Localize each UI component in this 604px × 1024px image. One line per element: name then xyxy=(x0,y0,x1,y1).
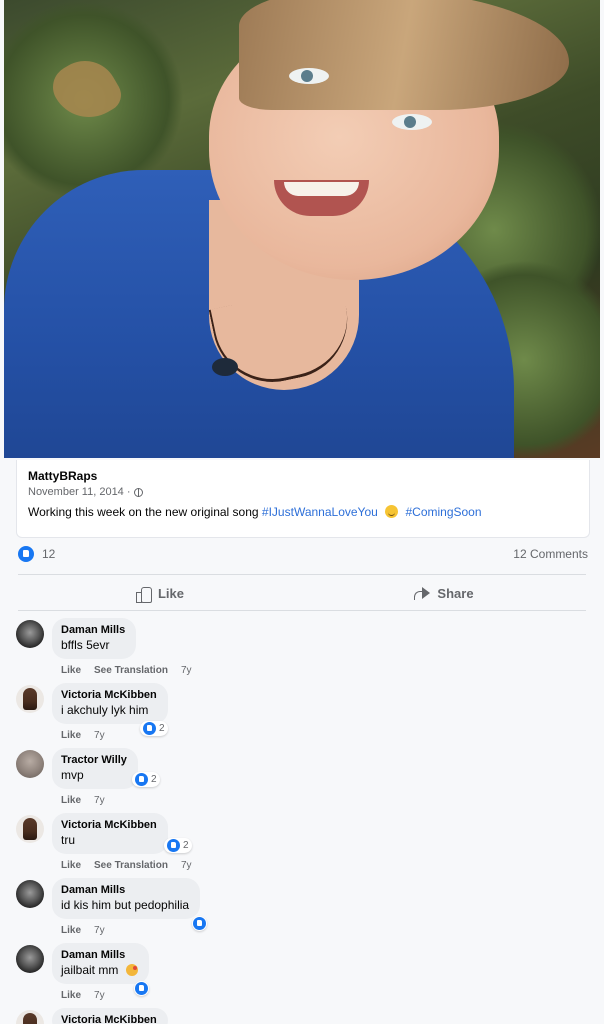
comment-reactions[interactable]: 2 xyxy=(140,721,168,736)
comment-bubble: Victoria McKibben xyxy=(52,1008,168,1024)
kiss-emoji-icon xyxy=(125,964,138,976)
share-button[interactable]: Share xyxy=(302,578,586,608)
comment-like-button[interactable]: Like xyxy=(61,990,81,1001)
comment-bubble: Victoria McKibben tru xyxy=(52,813,168,854)
smiley-emoji-icon xyxy=(385,505,399,518)
comment-actions: Like 7y xyxy=(61,795,105,806)
comment: Victoria McKibben xyxy=(16,1008,416,1024)
see-translation-link[interactable]: See Translation xyxy=(94,665,168,676)
avatar[interactable] xyxy=(16,815,44,843)
comment-time[interactable]: 7y xyxy=(94,990,105,1001)
post-actions: Like Share xyxy=(18,578,586,608)
comment-actions: Like See Translation 7y xyxy=(61,665,192,676)
post-text: Working this week on the new original so… xyxy=(28,505,578,519)
comment: Daman Mills id kis him but pedophilia Li… xyxy=(16,878,416,940)
comment-reactions[interactable] xyxy=(134,981,149,996)
like-reaction-icon xyxy=(193,917,206,930)
comment-author[interactable]: Victoria McKibben xyxy=(61,1014,157,1024)
comment-text: bffls 5evr xyxy=(61,638,110,652)
comment-text: id kis him but pedophilia xyxy=(61,898,190,912)
share-button-label: Share xyxy=(437,585,474,601)
post-text-body: Working this week on the new original so… xyxy=(28,505,259,519)
comment: Tractor Willy mvp 2 Like 7y xyxy=(16,748,416,810)
avatar[interactable] xyxy=(16,880,44,908)
comment-actions: Like 7y xyxy=(61,925,105,936)
comment-author[interactable]: Daman Mills xyxy=(61,624,125,636)
comment-reaction-count: 2 xyxy=(151,774,157,785)
avatar[interactable] xyxy=(16,750,44,778)
divider xyxy=(18,610,586,611)
comment-bubble: Daman Mills id kis him but pedophilia xyxy=(52,878,201,919)
comment-reaction-count: 2 xyxy=(159,723,165,734)
thumbs-up-icon xyxy=(135,586,152,603)
comment-time[interactable]: 7y xyxy=(181,860,192,871)
comment-time[interactable]: 7y xyxy=(94,730,105,741)
comment-like-button[interactable]: Like xyxy=(61,795,81,806)
divider xyxy=(18,574,586,575)
comment-like-button[interactable]: Like xyxy=(61,665,81,676)
comment-time[interactable]: 7y xyxy=(181,665,192,676)
comment-actions: Like 7y xyxy=(61,990,105,1001)
avatar[interactable] xyxy=(16,685,44,713)
comment-author[interactable]: Tractor Willy xyxy=(61,754,127,766)
comment-time[interactable]: 7y xyxy=(94,795,105,806)
like-reaction-icon xyxy=(143,722,156,735)
like-button[interactable]: Like xyxy=(18,578,302,608)
see-translation-link[interactable]: See Translation xyxy=(94,860,168,871)
hashtag-link[interactable]: #IJustWannaLoveYou xyxy=(262,505,378,519)
comment: Victoria McKibben tru 2 Like See Transla… xyxy=(16,813,416,875)
comment-like-button[interactable]: Like xyxy=(61,730,81,741)
post-meta: November 11, 2014 · xyxy=(28,486,578,498)
comment-reactions[interactable]: 2 xyxy=(132,772,160,787)
comment-like-button[interactable]: Like xyxy=(61,925,81,936)
like-reaction-icon xyxy=(18,546,34,562)
avatar[interactable] xyxy=(16,945,44,973)
comment: Victoria McKibben i akchuly lyk him 2 Li… xyxy=(16,683,416,745)
comment-author[interactable]: Daman Mills xyxy=(61,884,189,896)
like-reaction-icon xyxy=(135,773,148,786)
comment-actions: Like 7y xyxy=(61,730,105,741)
comments-count[interactable]: 12 Comments xyxy=(513,547,588,561)
comment-actions: Like See Translation 7y xyxy=(61,860,192,871)
share-icon xyxy=(414,586,431,600)
like-button-label: Like xyxy=(157,585,184,601)
comment-reaction-count: 2 xyxy=(183,840,189,851)
comment-author[interactable]: Victoria McKibben xyxy=(61,819,157,831)
comment-reactions[interactable]: 2 xyxy=(164,838,192,853)
post-card: MattyBRaps November 11, 2014 · Working t… xyxy=(16,460,590,538)
comment-bubble: Victoria McKibben i akchuly lyk him xyxy=(52,683,168,724)
post-author[interactable]: MattyBRaps xyxy=(28,469,578,483)
comment-text: mvp xyxy=(61,768,84,782)
comment-time[interactable]: 7y xyxy=(94,925,105,936)
comment: Daman Mills jailbait mm Like 7y xyxy=(16,943,416,1005)
comment-author[interactable]: Victoria McKibben xyxy=(61,689,157,701)
avatar[interactable] xyxy=(16,620,44,648)
comment-author[interactable]: Daman Mills xyxy=(61,949,138,961)
like-reaction-icon xyxy=(135,982,148,995)
comment-text: tru xyxy=(61,833,76,847)
comment-text: jailbait mm xyxy=(61,963,138,977)
like-reaction-icon xyxy=(167,839,180,852)
comment-bubble: Daman Mills jailbait mm xyxy=(52,943,149,984)
avatar[interactable] xyxy=(16,1010,44,1024)
hashtag-link[interactable]: #ComingSoon xyxy=(405,505,481,519)
reactions-summary: 12 12 Comments xyxy=(18,546,588,562)
comment-text-body: jailbait mm xyxy=(61,963,119,977)
post-photo[interactable] xyxy=(4,0,600,458)
reaction-count[interactable]: 12 xyxy=(18,546,55,562)
comment-bubble: Tractor Willy mvp xyxy=(52,748,138,789)
comment: Daman Mills bffls 5evr Like See Translat… xyxy=(16,618,416,680)
globe-icon xyxy=(133,487,143,497)
comment-reactions[interactable] xyxy=(192,916,207,931)
comment-like-button[interactable]: Like xyxy=(61,860,81,871)
reaction-count-value: 12 xyxy=(42,547,56,561)
comment-text: i akchuly lyk him xyxy=(61,703,149,717)
post-date[interactable]: November 11, 2014 · xyxy=(28,486,131,498)
comment-bubble: Daman Mills bffls 5evr xyxy=(52,618,137,659)
